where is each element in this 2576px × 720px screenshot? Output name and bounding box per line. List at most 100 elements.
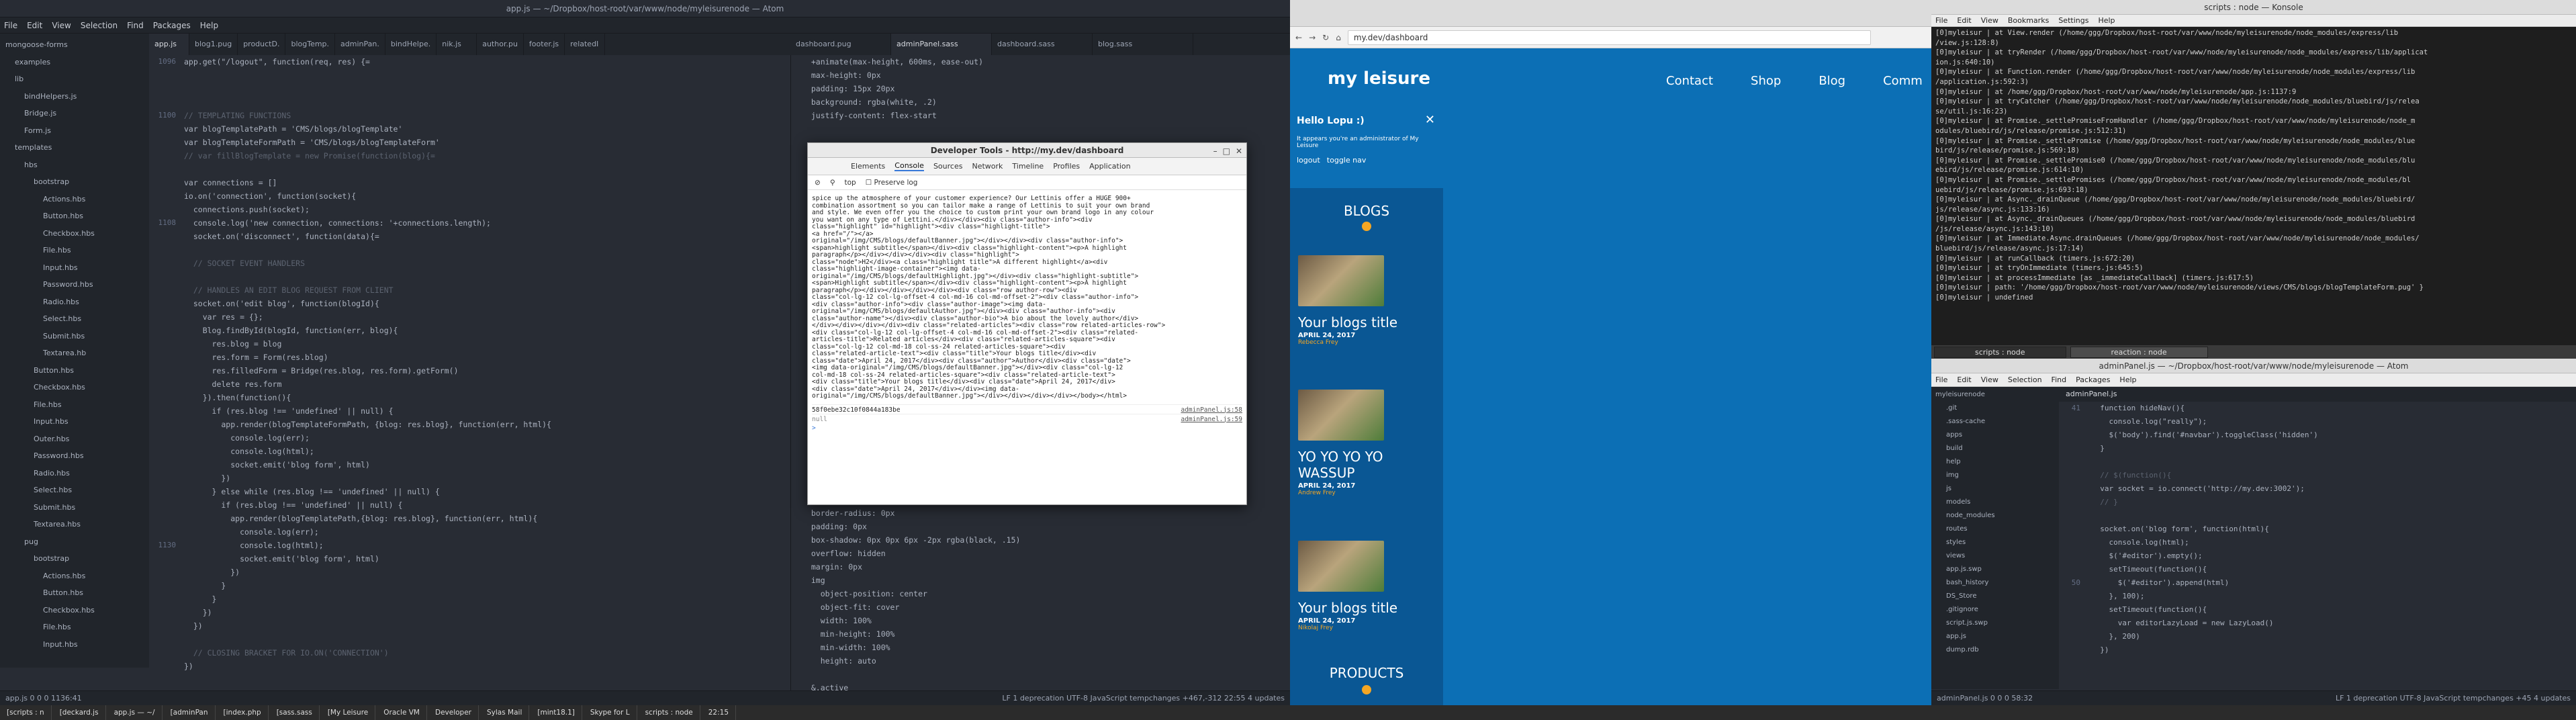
tree-item[interactable]: File.hbs — [0, 396, 149, 414]
code-line[interactable]: }) — [2091, 643, 2576, 657]
tab-elements[interactable]: Elements — [851, 162, 885, 171]
r-menu-find[interactable]: Find — [2052, 375, 2067, 384]
tree-item[interactable]: examples — [0, 54, 149, 71]
tree-item[interactable]: Checkbox.hbs — [0, 225, 149, 242]
sass-lines-top[interactable]: +animate(max-height, 600ms, ease-out) ma… — [802, 55, 1290, 149]
editor-tab[interactable]: author.pu — [477, 34, 524, 55]
code-line[interactable]: } — [184, 592, 790, 606]
code-line[interactable]: socket.emit('blog form', html) — [184, 552, 790, 566]
code-line[interactable]: setTimeout(function(){ — [2091, 563, 2576, 576]
console-output[interactable]: spice up the atmosphere of your customer… — [808, 193, 1246, 504]
menu-selection[interactable]: Selection — [81, 21, 118, 30]
tab-timeline[interactable]: Timeline — [1012, 162, 1044, 171]
sass-line[interactable]: overflow: hidden — [802, 547, 1290, 560]
blog-card[interactable]: Your blogs title APRIL 24, 2017 Nikolaj … — [1298, 541, 1435, 631]
code-line[interactable]: }) — [184, 619, 790, 633]
address-bar[interactable]: my.dev/dashboard — [1347, 30, 1871, 45]
tree-item[interactable]: img — [1931, 469, 2059, 482]
sass-line[interactable]: &.active — [802, 681, 1290, 690]
editor-tab[interactable]: blog.sass — [1093, 34, 1193, 55]
code-line[interactable]: } else while (res.blog !== 'undefined' |… — [184, 485, 790, 498]
tree-item[interactable]: Input.hbs — [0, 413, 149, 431]
tree-item[interactable]: Checkbox.hbs — [0, 379, 149, 396]
editor-tab[interactable]: blogTemp. — [285, 34, 336, 55]
editor-tab[interactable]: adminPanel.sass — [891, 34, 992, 55]
sass-line[interactable]: +animate(max-height, 600ms, ease-out) — [802, 55, 1290, 69]
sass-line[interactable]: max-height: 0px — [802, 69, 1290, 82]
konsole-tab-reaction[interactable]: reaction : node — [2070, 346, 2208, 358]
taskbar-item[interactable]: Oracle VM — [377, 705, 427, 720]
tree-item[interactable]: bootstrap — [0, 173, 149, 191]
tree-item[interactable]: Bridge.js — [0, 105, 149, 122]
source-link-1[interactable]: adminPanel.js:58 — [1181, 406, 1242, 414]
tree-item[interactable]: help — [1931, 455, 2059, 469]
r-menu-help[interactable]: Help — [2119, 375, 2136, 384]
editor-tab[interactable]: adminPan. — [335, 34, 385, 55]
code-line[interactable]: delete res.form — [184, 377, 790, 391]
sass-line[interactable]: margin: 0px — [802, 560, 1290, 574]
right-status-right[interactable]: LF 1 deprecation UTF-8 JavaScript tempch… — [2336, 694, 2571, 703]
k-menu-bookmarks[interactable]: Bookmarks — [2008, 16, 2049, 25]
code-line[interactable]: setTimeout(function(){ — [2091, 603, 2576, 617]
editor-tab[interactable]: bindHelpe. — [385, 34, 437, 55]
code-line[interactable]: // $(function(){ — [2091, 469, 2576, 482]
tree-item[interactable]: views — [1931, 549, 2059, 563]
tree-item[interactable]: pug — [0, 533, 149, 551]
konsole-tab-scripts[interactable]: scripts : node — [1934, 346, 2066, 358]
tree-item[interactable]: Textarea.hb — [0, 345, 149, 362]
sass-line[interactable]: min-width: 100% — [802, 641, 1290, 654]
code-line[interactable]: app.get("/logout", function(req, res) {= — [184, 55, 790, 69]
tree-item[interactable]: myleisurenode — [1931, 388, 2059, 402]
taskbar-item[interactable]: [scripts : n — [0, 705, 52, 720]
taskbar-item[interactable]: scripts : node — [639, 705, 700, 720]
code-line[interactable] — [184, 270, 790, 283]
maximize-icon[interactable]: □ — [1223, 146, 1230, 156]
menu-help[interactable]: Help — [200, 21, 218, 30]
minimize-icon[interactable]: – — [1213, 146, 1217, 156]
code-line[interactable] — [184, 95, 790, 109]
code-line[interactable]: var editorLazyLoad = new LazyLoad() — [2091, 617, 2576, 630]
tree-item[interactable]: app.js.swp — [1931, 563, 2059, 576]
editor-tab[interactable]: nik.js — [436, 34, 477, 55]
code-line[interactable]: console.log(html); — [184, 445, 790, 458]
tree-item[interactable]: Select.hbs — [0, 482, 149, 499]
code-line[interactable]: // TEMPLATING FUNCTIONS — [184, 109, 790, 122]
filter-icon[interactable]: ⚲ — [830, 179, 835, 187]
taskbar-item[interactable]: app.js — ~/ — [107, 705, 163, 720]
code-line[interactable]: console.log(html); — [2091, 536, 2576, 549]
sass-line[interactable]: padding: 15px 20px — [802, 82, 1290, 95]
tree-item[interactable]: .git — [1931, 402, 2059, 415]
sass-line[interactable]: img — [802, 574, 1290, 587]
tree-item[interactable]: Input.hbs — [0, 636, 149, 654]
code-line[interactable]: }) — [184, 606, 790, 619]
tree-item[interactable]: js — [1931, 482, 2059, 496]
tree-item[interactable]: bindHelpers.js — [0, 88, 149, 105]
code-line[interactable]: // CLOSING BRACKET FOR IO.ON('CONNECTION… — [184, 646, 790, 660]
forward-icon[interactable]: → — [1309, 33, 1316, 42]
sass-line[interactable]: height: auto — [802, 654, 1290, 668]
logout-link[interactable]: logout — [1297, 156, 1320, 165]
r-menu-file[interactable]: File — [1935, 375, 1947, 384]
code-line[interactable]: $('#editor').empty(); — [2091, 549, 2576, 563]
tree-item[interactable]: File.hbs — [0, 242, 149, 259]
tree-item[interactable]: Password.hbs — [0, 447, 149, 465]
code-line[interactable]: $('#editor').append(html) — [2091, 576, 2576, 590]
tree-item[interactable]: styles — [1931, 536, 2059, 549]
menu-edit[interactable]: Edit — [27, 21, 42, 30]
nav-comm[interactable]: Comm — [1883, 74, 1923, 88]
code-line[interactable]: console.log('new connection, connections… — [184, 216, 790, 230]
nav-shop[interactable]: Shop — [1751, 74, 1781, 88]
code-line[interactable]: }, 200) — [2091, 630, 2576, 643]
right-code-lines[interactable]: function hideNav(){ console.log("really"… — [2091, 402, 2576, 689]
tree-item[interactable]: .sass-cache — [1931, 415, 2059, 429]
tree-item[interactable]: mongoose-forms — [0, 36, 149, 54]
r-menu-selection[interactable]: Selection — [2008, 375, 2042, 384]
tab-console[interactable]: Console — [894, 161, 924, 171]
taskbar-item[interactable]: [mint18.1] — [531, 705, 582, 720]
code-line[interactable]: socket.emit('blog form', html) — [184, 458, 790, 471]
k-menu-file[interactable]: File — [1935, 16, 1947, 25]
code-line[interactable]: }).then(function(){ — [184, 391, 790, 404]
editor-tab[interactable]: app.js — [149, 34, 189, 55]
code-line[interactable] — [184, 82, 790, 95]
tree-item[interactable]: Radio.hbs — [0, 294, 149, 311]
